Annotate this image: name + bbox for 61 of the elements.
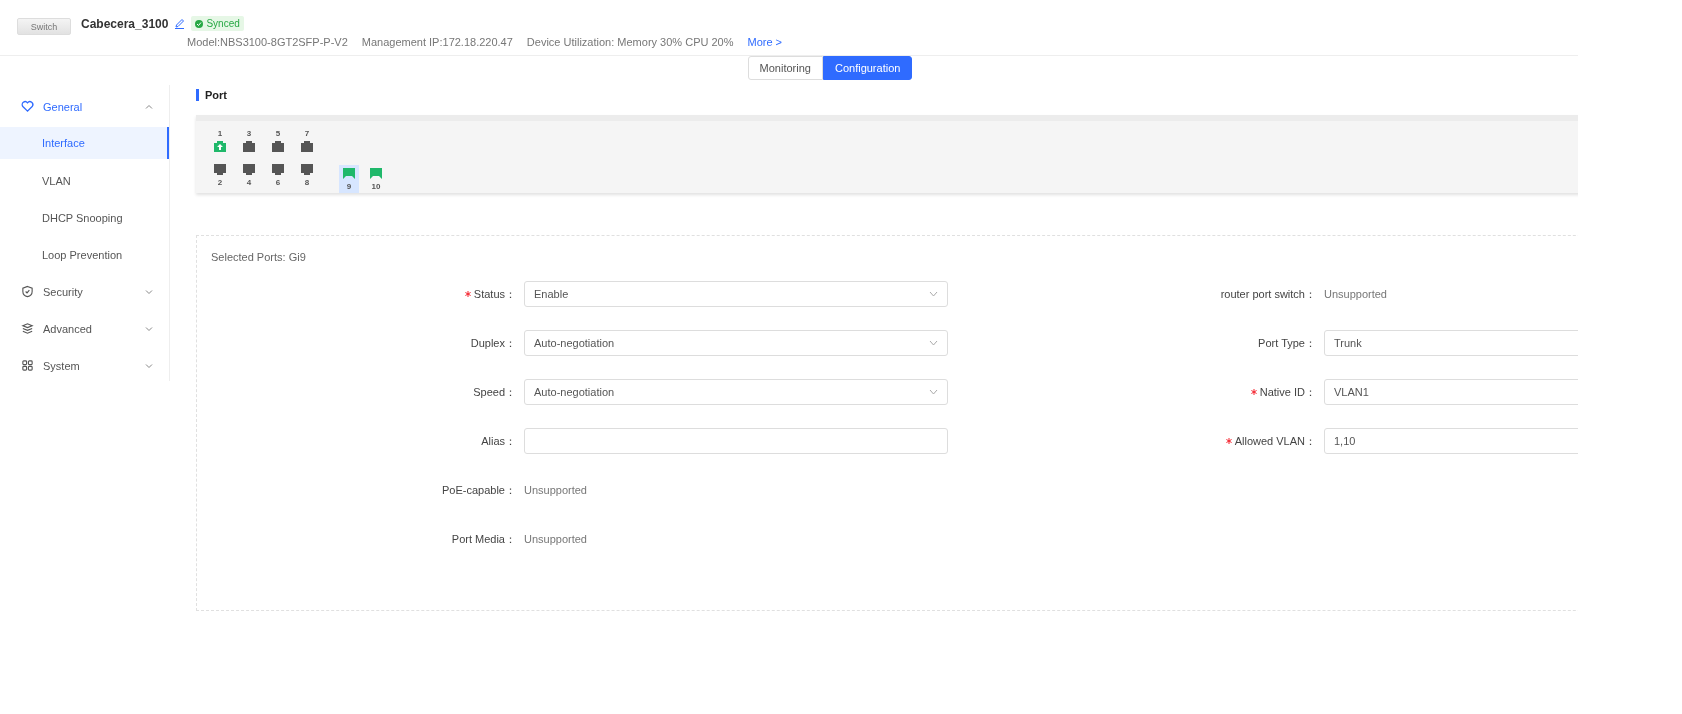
select-field[interactable]: Auto-negotiation bbox=[524, 379, 948, 405]
heart-icon bbox=[21, 100, 34, 113]
device-name: Cabecera_3100 bbox=[81, 16, 169, 31]
input-field[interactable]: 1,10 bbox=[1324, 428, 1578, 454]
chevron-icon bbox=[145, 361, 153, 370]
input-field[interactable]: Trunk bbox=[1324, 330, 1578, 356]
switch-port[interactable]: 10 bbox=[366, 165, 386, 193]
switch-port[interactable]: 3 bbox=[239, 127, 259, 160]
field-value: Unsupported bbox=[524, 484, 587, 496]
field-label: Port Type： bbox=[1258, 335, 1316, 351]
switch-image: Switch bbox=[17, 18, 71, 35]
sidebar-subitem[interactable]: Interface bbox=[0, 127, 169, 159]
chevron-icon bbox=[145, 324, 153, 333]
pencil-icon[interactable] bbox=[174, 18, 186, 29]
switch-port[interactable]: 6 bbox=[268, 160, 288, 193]
switch-port[interactable]: 1 bbox=[210, 127, 230, 160]
section-title: Port bbox=[205, 89, 227, 101]
switch-port[interactable]: 9 bbox=[339, 165, 359, 193]
input-field[interactable]: VLAN1 bbox=[1324, 379, 1578, 405]
shield-icon bbox=[21, 285, 34, 298]
tab[interactable]: Monitoring bbox=[747, 56, 823, 80]
sync-status-badge: Synced bbox=[191, 16, 244, 31]
sidebar-subitem[interactable]: Loop Prevention bbox=[0, 236, 169, 273]
grid-icon bbox=[21, 359, 34, 372]
field-value: Unsupported bbox=[524, 533, 587, 545]
sidebar-item[interactable]: Advanced bbox=[0, 310, 169, 347]
field-label: Alias： bbox=[481, 433, 516, 449]
switch-port[interactable]: 5 bbox=[268, 127, 288, 160]
management-ip: Management IP:172.18.220.47 bbox=[361, 36, 513, 50]
more-link[interactable]: More > bbox=[747, 36, 783, 56]
field-label: Speed： bbox=[473, 384, 516, 400]
input-field[interactable] bbox=[524, 428, 948, 454]
sidebar-item[interactable]: General bbox=[0, 88, 169, 125]
chevron-icon bbox=[145, 287, 153, 296]
switch-port[interactable]: 2 bbox=[210, 160, 230, 193]
select-field[interactable]: Enable bbox=[524, 281, 948, 307]
tab[interactable]: Configuration bbox=[822, 56, 913, 80]
chevron-icon bbox=[929, 340, 938, 346]
field-label: Port Media： bbox=[451, 531, 516, 547]
select-field[interactable]: Auto-negotiation bbox=[524, 330, 948, 356]
field-label: Allowed VLAN： bbox=[1234, 433, 1316, 449]
sidebar-item[interactable]: Security bbox=[0, 273, 169, 310]
field-label: PoE-capable： bbox=[442, 482, 516, 498]
sidebar-subitem[interactable]: DHCP Snooping bbox=[0, 199, 169, 236]
sidebar-item[interactable]: System bbox=[0, 347, 169, 384]
field-value: Unsupported bbox=[1324, 288, 1387, 300]
device-utilization: Device Utilization: Memory 30% CPU 20% bbox=[526, 36, 734, 50]
field-label: Status： bbox=[473, 286, 516, 302]
field-label: Native ID： bbox=[1259, 384, 1316, 400]
chevron-icon bbox=[929, 291, 938, 297]
device-model: Model:NBS3100-8GT2SFP-P-V2 bbox=[187, 36, 348, 50]
switch-port[interactable]: 8 bbox=[297, 160, 317, 193]
sidebar-subitem[interactable]: VLAN bbox=[0, 162, 169, 199]
field-label: Duplex： bbox=[470, 335, 516, 351]
chevron-icon bbox=[145, 102, 153, 111]
switch-port[interactable]: 7 bbox=[297, 127, 317, 160]
layers-icon bbox=[21, 322, 34, 335]
chevron-icon bbox=[929, 389, 938, 395]
field-label: router port switch： bbox=[1220, 286, 1316, 302]
switch-port[interactable]: 4 bbox=[239, 160, 259, 193]
selected-ports-text: Selected Ports: Gi9 bbox=[211, 251, 307, 263]
